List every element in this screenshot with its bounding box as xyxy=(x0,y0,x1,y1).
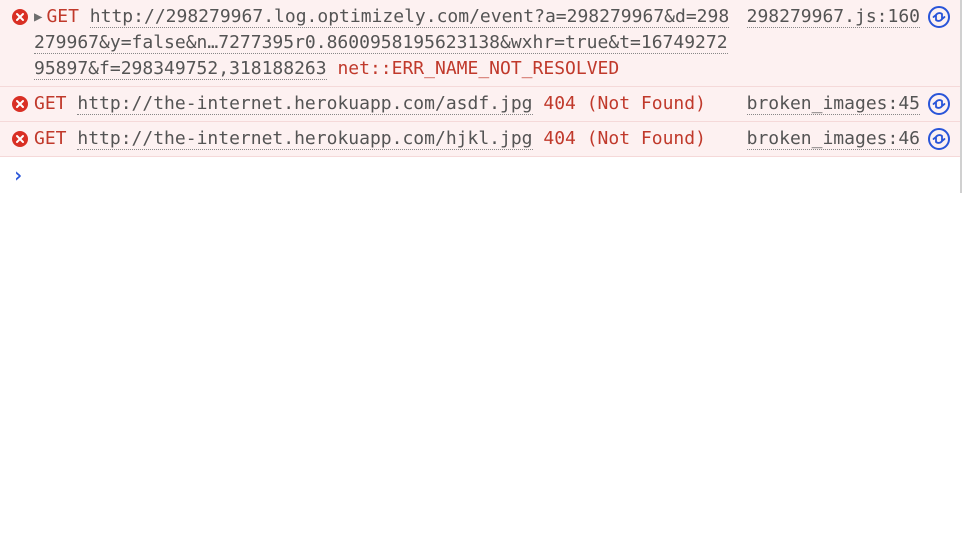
error-status: 404 (Not Found) xyxy=(543,93,706,114)
retry-icon[interactable] xyxy=(928,6,950,28)
error-icon xyxy=(12,96,28,112)
disclosure-triangle-icon[interactable]: ▶ xyxy=(34,7,42,27)
request-url[interactable]: http://the-internet.herokuapp.com/asdf.j… xyxy=(77,93,532,115)
retry-icon[interactable] xyxy=(928,128,950,150)
error-icon xyxy=(12,9,28,25)
http-method: GET xyxy=(34,93,67,114)
http-method: GET xyxy=(34,128,67,149)
error-status: net::ERR_NAME_NOT_RESOLVED xyxy=(337,58,619,79)
http-method: GET xyxy=(46,6,79,27)
console-error-entry: ▶GET http://298279967.log.optimizely.com… xyxy=(0,0,960,87)
console-error-entry: GET http://the-internet.herokuapp.com/hj… xyxy=(0,122,960,157)
request-url[interactable]: http://the-internet.herokuapp.com/hjkl.j… xyxy=(77,128,532,150)
source-link[interactable]: broken_images:45 xyxy=(747,93,920,115)
error-status: 404 (Not Found) xyxy=(543,128,706,149)
retry-icon[interactable] xyxy=(928,93,950,115)
console-error-entry: GET http://the-internet.herokuapp.com/as… xyxy=(0,87,960,122)
chevron-right-icon: › xyxy=(12,163,24,187)
source-link[interactable]: broken_images:46 xyxy=(747,128,920,150)
console-panel: ▶GET http://298279967.log.optimizely.com… xyxy=(0,0,962,193)
source-link[interactable]: 298279967.js:160 xyxy=(747,6,920,28)
error-icon xyxy=(12,131,28,147)
console-prompt[interactable]: › xyxy=(0,157,960,193)
